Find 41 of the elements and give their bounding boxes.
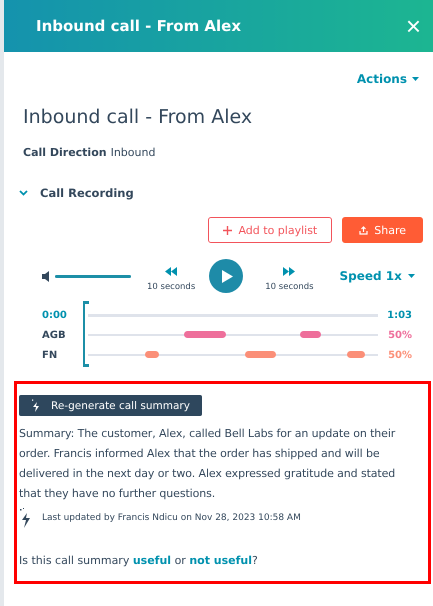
section-toggle[interactable]: Call Recording bbox=[19, 186, 134, 200]
upload-icon bbox=[359, 226, 368, 234]
useful-link[interactable]: useful bbox=[132, 554, 172, 567]
start-time: 0:00 bbox=[42, 310, 68, 320]
caret-icon bbox=[412, 77, 419, 81]
record-title: Inbound call - From Alex bbox=[23, 106, 254, 128]
not-useful-link[interactable]: not useful bbox=[189, 554, 252, 567]
action-button[interactable]: Add to playlist bbox=[208, 217, 332, 243]
speed-dropdown[interactable]: Speed 1x bbox=[340, 269, 415, 283]
updated-note: Last updated by Francis Ndicu on Nov 28, 2023 10:58 AM bbox=[42, 513, 301, 523]
speech-segment bbox=[346, 351, 365, 358]
chevron-icon bbox=[19, 190, 28, 196]
skip-label: 10 seconds bbox=[265, 282, 314, 292]
rewind-icon[interactable] bbox=[165, 266, 178, 276]
feedback-question: Is this call summary useful or not useful? bbox=[19, 554, 259, 567]
speaker-name: FN bbox=[42, 350, 58, 360]
actions-dropdown[interactable]: Actions bbox=[356, 72, 419, 86]
caret-icon bbox=[408, 274, 415, 278]
talk-share: 50% bbox=[387, 350, 412, 360]
speech-segment bbox=[300, 331, 322, 338]
play-button[interactable] bbox=[209, 259, 244, 293]
regenerate-button[interactable]: Re-generate call summary bbox=[19, 395, 202, 416]
fast-forward-icon[interactable] bbox=[283, 266, 296, 276]
field-value: Inbound bbox=[110, 146, 156, 159]
sparkle-bolt-icon bbox=[31, 399, 41, 412]
close-button[interactable]: × bbox=[406, 13, 421, 39]
speaker-icon bbox=[42, 270, 52, 282]
action-button[interactable]: Share bbox=[342, 217, 423, 243]
panel-title: Inbound call - From Alex bbox=[36, 17, 242, 35]
end-time: 1:03 bbox=[386, 310, 412, 320]
field-label: Call Direction bbox=[23, 146, 107, 159]
volume-slider[interactable] bbox=[55, 274, 131, 278]
speaker-name: AGB bbox=[42, 330, 67, 340]
sparkle-bolt-icon bbox=[19, 508, 32, 528]
speech-segment bbox=[245, 351, 276, 358]
playhead[interactable] bbox=[83, 301, 89, 367]
skip-label: 10 seconds bbox=[147, 282, 196, 292]
summary-text: Summary: The customer, Alex, called Bell Labs for an update on their order. Francis informed Alex that the order has shipped and will be delivered in the next day or two. Alex expressed gratitude and stated that they have no further questions. bbox=[19, 426, 396, 502]
plus-icon bbox=[223, 226, 232, 234]
talk-share: 50% bbox=[387, 330, 412, 340]
play-icon bbox=[222, 270, 234, 282]
